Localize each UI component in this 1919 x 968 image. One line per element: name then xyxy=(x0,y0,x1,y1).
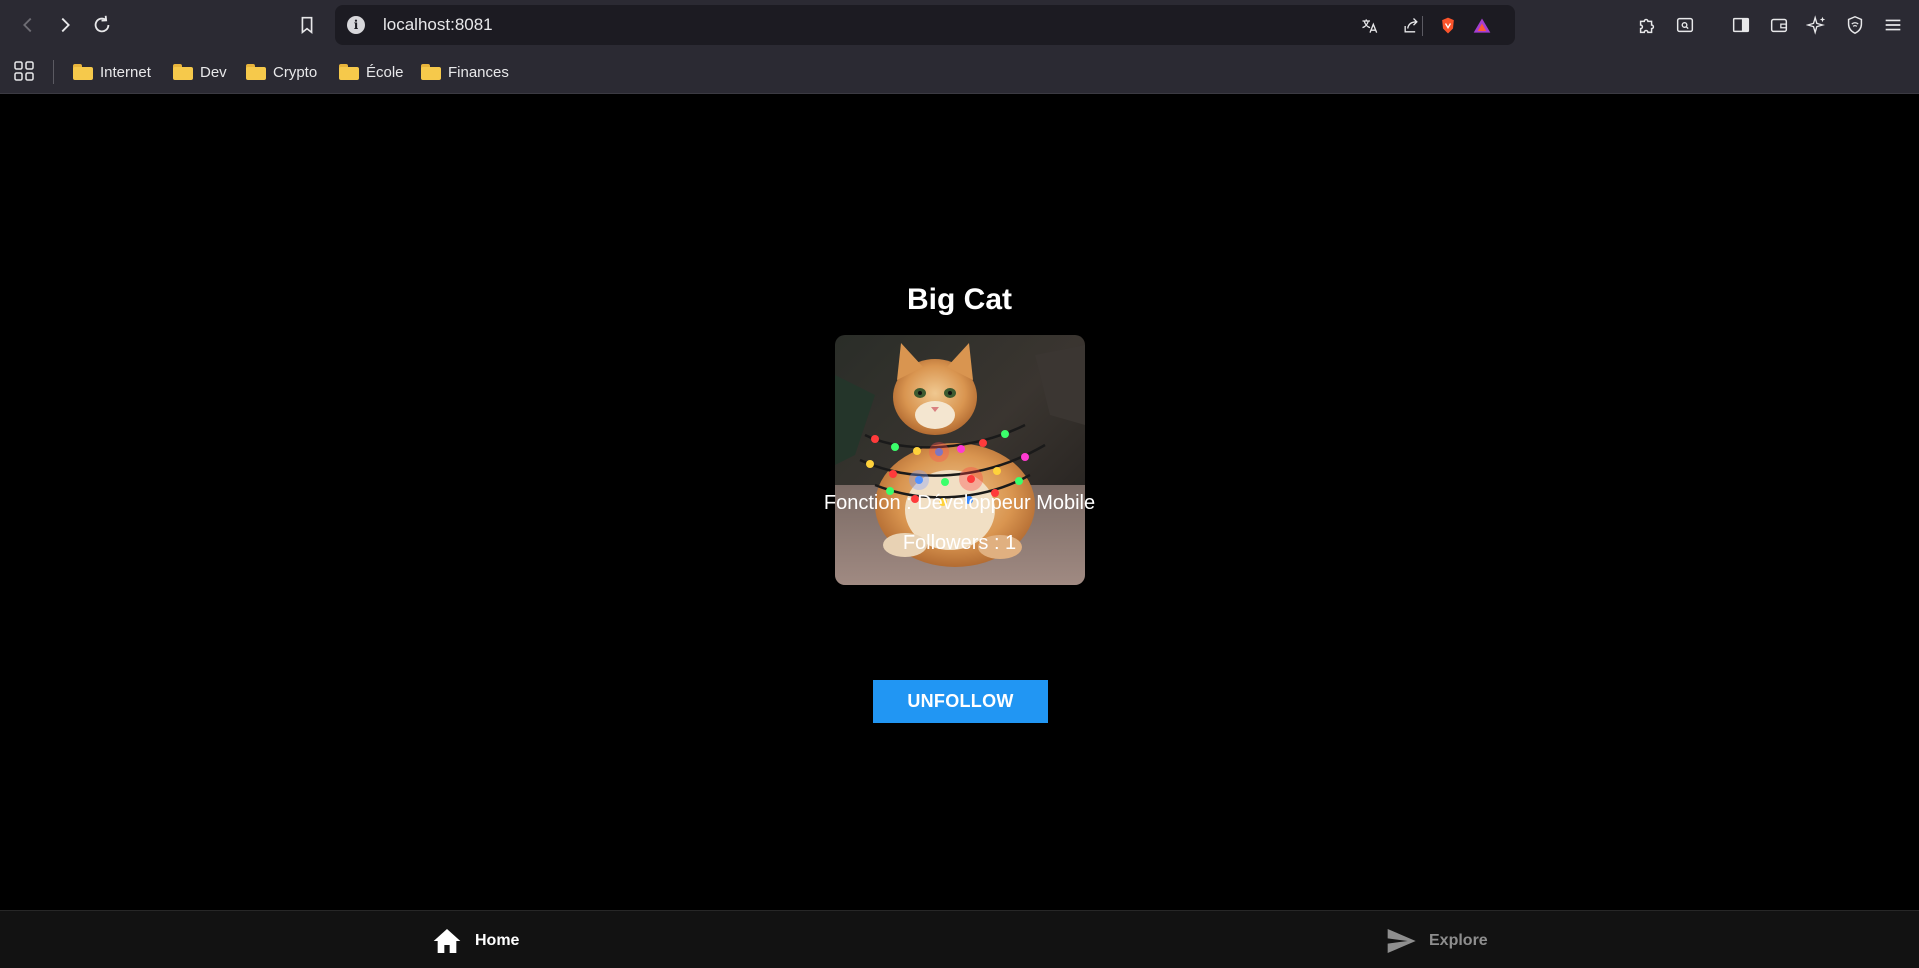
bookmark-label: Finances xyxy=(448,63,509,81)
bookmark-folder-internet[interactable]: Internet xyxy=(73,60,151,84)
search-tab-button[interactable] xyxy=(1670,10,1700,40)
reload-icon xyxy=(94,15,110,33)
url-text[interactable]: localhost:8081 xyxy=(383,15,493,35)
back-button[interactable] xyxy=(13,10,43,40)
page-content: Big Cat Fonction: Développeur Mobile Fo… xyxy=(0,95,1919,910)
bottom-tab-bar: Home Explore xyxy=(0,910,1919,968)
vpn-button[interactable] xyxy=(1840,10,1870,40)
folder-icon xyxy=(339,64,359,80)
bookmark-label: Dev xyxy=(200,63,227,81)
send-icon xyxy=(1387,929,1416,953)
forward-button[interactable] xyxy=(50,10,80,40)
bookmark-folder-ecole[interactable]: École xyxy=(339,60,404,84)
home-icon xyxy=(433,929,461,953)
hamburger-menu-icon xyxy=(1885,19,1901,31)
wallet-icon xyxy=(1770,18,1788,33)
folder-icon xyxy=(246,64,266,80)
shield-icon xyxy=(1847,15,1863,35)
bookmark-icon xyxy=(301,16,313,35)
tab-explore-label: Explore xyxy=(1429,932,1488,949)
folder-icon xyxy=(421,64,441,80)
sidebar-icon xyxy=(1732,17,1750,33)
back-arrow-icon xyxy=(23,17,32,33)
bookmark-page-button[interactable] xyxy=(292,10,322,40)
sidebar-button[interactable] xyxy=(1726,10,1756,40)
sparkle-icon xyxy=(1806,15,1826,35)
puzzle-icon xyxy=(1639,18,1655,34)
bookmarks-bar: Internet Dev Crypto École Finances xyxy=(0,50,1919,94)
tab-home-label: Home xyxy=(475,932,520,949)
wallet-button[interactable] xyxy=(1764,10,1794,40)
browser-toolbar: i localhost:8081 xyxy=(0,0,1919,50)
unfollow-button[interactable]: UNFOLLOW xyxy=(873,680,1048,723)
bookmarks-divider xyxy=(53,60,54,84)
apps-grid-icon[interactable] xyxy=(12,59,36,83)
leo-ai-button[interactable] xyxy=(1802,10,1832,40)
url-divider xyxy=(1422,16,1423,36)
bookmark-label: École xyxy=(366,63,404,81)
profile-name: Big Cat xyxy=(907,283,1012,316)
job-title: Fonction : Développeur Mobile xyxy=(823,492,1096,514)
forward-arrow-icon xyxy=(61,17,70,33)
folder-icon xyxy=(173,64,193,80)
menu-button[interactable] xyxy=(1878,10,1908,40)
bookmark-label: Internet xyxy=(100,63,151,81)
folder-icon xyxy=(73,64,93,80)
bookmark-folder-finances[interactable]: Finances xyxy=(421,60,509,84)
search-tab-icon xyxy=(1676,17,1694,33)
brave-shields-icon[interactable] xyxy=(1436,14,1460,38)
tab-home[interactable]: Home xyxy=(431,925,519,957)
translate-icon[interactable] xyxy=(1358,14,1382,38)
share-icon[interactable] xyxy=(1399,14,1423,38)
bookmark-label: Crypto xyxy=(273,63,318,81)
followers-count: Followers : 1 xyxy=(902,532,1017,554)
address-bar[interactable]: i localhost:8081 xyxy=(335,5,1515,45)
brave-rewards-icon[interactable] xyxy=(1470,14,1494,38)
bookmark-folder-crypto[interactable]: Crypto xyxy=(246,60,317,84)
bookmark-folder-dev[interactable]: Dev xyxy=(173,60,227,84)
extensions-button[interactable] xyxy=(1632,10,1662,40)
reload-button[interactable] xyxy=(87,10,117,40)
site-info-icon[interactable]: i xyxy=(347,16,365,34)
tab-explore[interactable]: Explore xyxy=(1385,925,1488,957)
